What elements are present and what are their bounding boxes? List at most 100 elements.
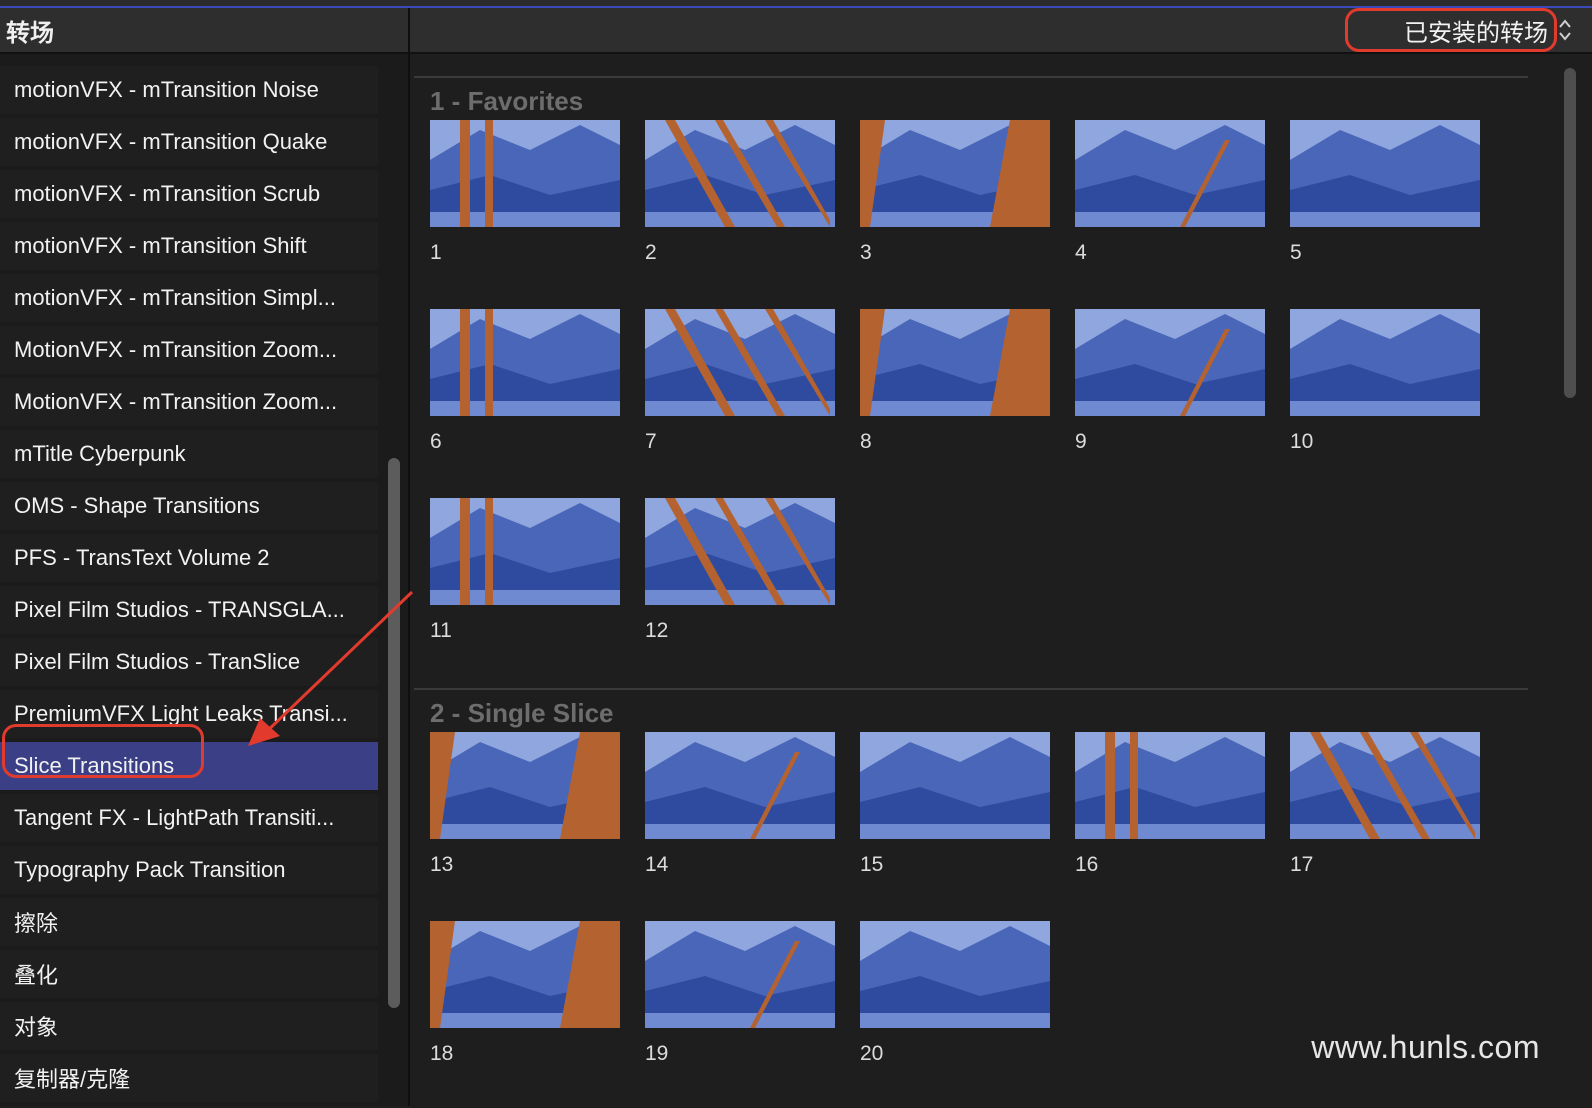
transition-tile[interactable]: 4 <box>1075 120 1265 265</box>
sidebar-item-label: motionVFX - mTransition Scrub <box>14 181 321 206</box>
sidebar-item-label: mTitle Cyberpunk <box>14 441 186 466</box>
transition-label: 20 <box>860 1042 884 1065</box>
transition-tile[interactable]: 8 <box>860 309 1050 454</box>
transition-thumbnail <box>860 921 1050 1028</box>
category-list: motionVFX - mTransition Noise motionVFX -… <box>0 66 378 1106</box>
transition-label: 15 <box>860 853 884 876</box>
transition-thumbnail <box>860 732 1050 839</box>
transition-label: 13 <box>430 853 454 876</box>
sidebar-scrollbar[interactable] <box>386 68 402 1108</box>
transition-label: 4 <box>1075 241 1087 264</box>
sidebar-item-label: 复制器/克隆 <box>14 1067 131 1092</box>
transition-thumbnail <box>1075 732 1265 839</box>
section-title: 2 - Single Slice <box>430 698 614 728</box>
sidebar-item[interactable]: mTitle Cyberpunk <box>0 430 378 478</box>
transitions-browser: 已安装的转场 1 - Favorites 1 2 3 4 5 6 7 8 9 10 11 12 2 - S… <box>410 8 1592 1106</box>
transition-label: 14 <box>645 853 669 876</box>
transition-tile[interactable]: 18 <box>430 921 620 1066</box>
transition-label: 19 <box>645 1042 669 1065</box>
sidebar-item-label: motionVFX - mTransition Shift <box>14 233 307 258</box>
transition-label: 2 <box>645 241 657 264</box>
transition-label: 3 <box>860 241 872 264</box>
section-divider <box>414 688 1528 690</box>
section-divider <box>414 76 1528 78</box>
sidebar-item[interactable]: MotionVFX - mTransition Zoom... <box>0 378 378 426</box>
transition-label: 12 <box>645 619 669 642</box>
transition-thumbnail <box>1290 309 1480 416</box>
sidebar-item-label: Typography Pack Transition <box>14 857 286 882</box>
sidebar-item[interactable]: Typography Pack Transition <box>0 846 378 894</box>
transition-label: 16 <box>1075 853 1099 876</box>
transition-tile[interactable]: 11 <box>430 498 620 643</box>
transition-label: 18 <box>430 1042 454 1065</box>
sidebar-title: 转场 <box>0 8 408 54</box>
sidebar-item[interactable]: PFS - TransText Volume 2 <box>0 534 378 582</box>
sidebar-item[interactable]: motionVFX - mTransition Scrub <box>0 170 378 218</box>
transition-tile[interactable]: 1 <box>430 120 620 265</box>
window-top-border <box>0 0 1592 8</box>
transition-label: 8 <box>860 430 872 453</box>
transition-section: 2 - Single Slice 13 14 15 16 17 18 19 20 <box>414 688 1528 1065</box>
transition-tile[interactable]: 16 <box>1075 732 1265 877</box>
transition-thumbnail <box>430 120 620 227</box>
sidebar-item[interactable]: motionVFX - mTransition Shift <box>0 222 378 270</box>
sidebar-item[interactable]: 擦除 <box>0 898 378 946</box>
transition-tile[interactable]: 6 <box>430 309 620 454</box>
transition-tile[interactable]: 3 <box>860 120 1050 265</box>
transition-tile[interactable]: 20 <box>860 921 1050 1066</box>
sidebar-item[interactable]: 复制器/克隆 <box>0 1054 378 1102</box>
sidebar-item[interactable]: Tangent FX - LightPath Transiti... <box>0 794 378 842</box>
sidebar-item-label: 擦除 <box>14 911 59 936</box>
sidebar-item[interactable]: motionVFX - mTransition Simpl... <box>0 274 378 322</box>
transition-label: 10 <box>1290 430 1314 453</box>
transition-thumbnail <box>1075 309 1265 416</box>
transition-tile[interactable]: 15 <box>860 732 1050 877</box>
transition-label: 5 <box>1290 241 1302 264</box>
transition-tile[interactable]: 10 <box>1290 309 1480 454</box>
browser-scroll-thumb[interactable] <box>1564 68 1576 398</box>
transition-thumbnail <box>430 309 620 416</box>
transition-thumbnail <box>645 309 835 416</box>
sidebar-item[interactable]: motionVFX - mTransition Noise <box>0 66 378 114</box>
sidebar-item[interactable]: 对象 <box>0 1002 378 1050</box>
highlight-box-dropdown <box>1345 8 1557 52</box>
sidebar-item-label: 叠化 <box>14 963 59 988</box>
transition-tile[interactable]: 14 <box>645 732 835 877</box>
transition-label: 1 <box>430 241 442 264</box>
transition-label: 11 <box>430 619 452 642</box>
transition-label: 17 <box>1290 853 1314 876</box>
transition-tile[interactable]: 13 <box>430 732 620 877</box>
transition-tile[interactable]: 5 <box>1290 120 1480 265</box>
sidebar-item-label: Tangent FX - LightPath Transiti... <box>14 805 335 830</box>
transition-thumbnail <box>860 120 1050 227</box>
transition-thumbnail <box>860 309 1050 416</box>
transition-thumbnail <box>1290 732 1480 839</box>
sidebar-item[interactable]: motionVFX - mTransition Quake <box>0 118 378 166</box>
sidebar-item-label: motionVFX - mTransition Simpl... <box>14 285 336 310</box>
transition-thumbnail <box>430 498 620 605</box>
transition-tile[interactable]: 12 <box>645 498 835 643</box>
transition-tile[interactable]: 19 <box>645 921 835 1066</box>
sidebar-item[interactable]: OMS - Shape Transitions <box>0 482 378 530</box>
arrow-icon <box>248 590 414 746</box>
watermark: www.hunls.com <box>1311 1029 1540 1065</box>
transition-thumbnail <box>645 921 835 1028</box>
transition-label: 9 <box>1075 430 1087 453</box>
transition-section: 1 - Favorites 1 2 3 4 5 6 7 8 9 10 11 12 <box>414 76 1528 642</box>
transition-thumbnail <box>430 921 620 1028</box>
sidebar-item[interactable]: MotionVFX - mTransition Zoom... <box>0 326 378 374</box>
chevron-up-down-icon <box>1558 18 1572 42</box>
transition-label: 7 <box>645 430 657 453</box>
transition-thumbnail <box>1290 120 1480 227</box>
sidebar-item[interactable]: 叠化 <box>0 950 378 998</box>
transition-thumbnail <box>645 732 835 839</box>
transition-tile[interactable]: 7 <box>645 309 835 454</box>
transitions-sidebar: 转场 motionVFX - mTransition Noise motionVF… <box>0 8 410 1106</box>
transition-tile[interactable]: 9 <box>1075 309 1265 454</box>
sidebar-item-label: PFS - TransText Volume 2 <box>14 545 270 570</box>
transition-thumbnail <box>645 498 835 605</box>
sidebar-item-label: MotionVFX - mTransition Zoom... <box>14 337 338 362</box>
sidebar-item-label: motionVFX - mTransition Quake <box>14 129 328 154</box>
transition-tile[interactable]: 2 <box>645 120 835 265</box>
transition-tile[interactable]: 17 <box>1290 732 1480 877</box>
